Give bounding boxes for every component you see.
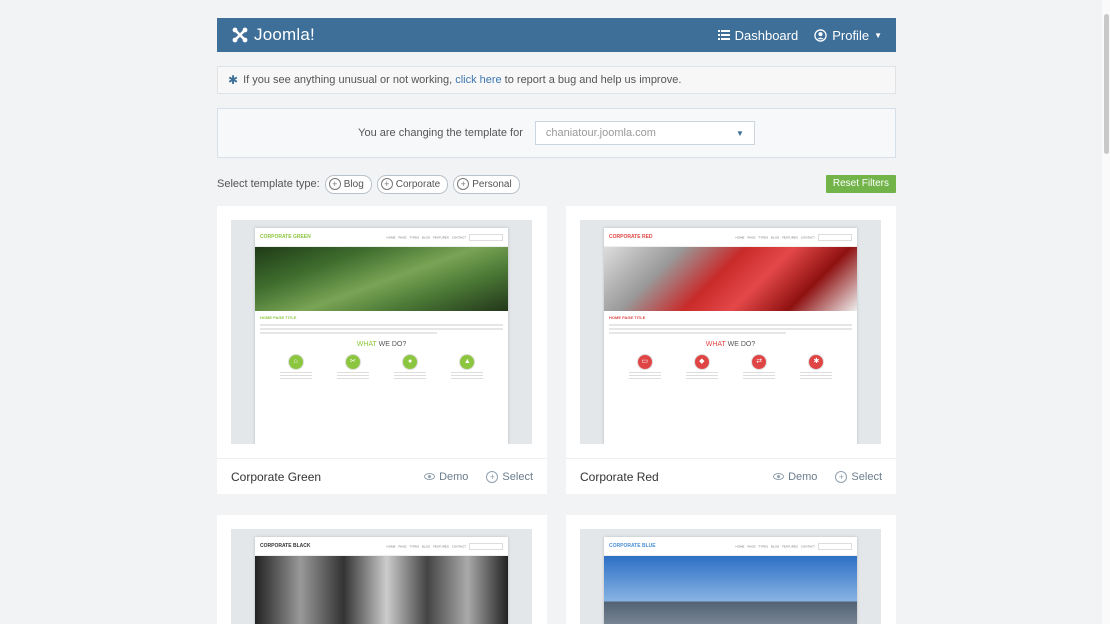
caret-down-icon: ▼ [735, 128, 744, 138]
template-preview[interactable]: CORPORATE BLUE HOME PAGE TYPES BLOG FEATU… [580, 529, 881, 624]
preview-hero-image [604, 556, 857, 624]
notice-text-after: to report a bug and help us improve. [504, 74, 682, 86]
cube-icon: ◆ [693, 354, 710, 370]
cogs-icon: ✱ [808, 354, 825, 370]
main-container: Joomla! Dashboard Profile ▼ ✱ If you see… [217, 18, 896, 158]
eye-icon [773, 473, 785, 480]
bug-report-notice: ✱ If you see anything unusual or not wor… [217, 66, 896, 94]
template-title: Corporate Green [231, 469, 322, 484]
demo-button[interactable]: Demo [773, 471, 817, 483]
list-icon [717, 30, 730, 40]
template-site-changer: You are changing the template for chania… [217, 108, 896, 158]
preview-page: CORPORATE RED HOME PAGE TYPES BLOG FEATUR… [604, 228, 857, 444]
preview-page: CORPORATE BLUE HOME PAGE TYPES BLOG FEATU… [604, 537, 857, 624]
template-card-corporate-black: CORPORATE BLACK HOME PAGE TYPES BLOG FEAT… [217, 515, 547, 624]
filter-corporate[interactable]: + Corporate [376, 174, 449, 194]
plus-circle-icon: + [328, 178, 341, 190]
filter-blog[interactable]: + Blog [324, 174, 372, 194]
template-card-corporate-red: CORPORATE RED HOME PAGE TYPES BLOG FEATUR… [566, 206, 896, 494]
template-card-corporate-blue: CORPORATE BLUE HOME PAGE TYPES BLOG FEATU… [566, 515, 896, 624]
preview-hero-image [255, 247, 508, 311]
page-scrollbar[interactable] [1102, 0, 1110, 624]
preview-logo: CORPORATE GREEN [260, 234, 311, 240]
chart-icon: ▲ [459, 354, 476, 370]
filter-personal[interactable]: + Personal [453, 174, 520, 194]
select-button[interactable]: + Select [486, 470, 533, 483]
apple-icon: ● [402, 354, 419, 370]
preview-what-heading: WHAT WE DO? [705, 341, 756, 348]
profile-label: Profile [832, 27, 870, 43]
scrollbar-thumb[interactable] [1104, 14, 1109, 154]
preview-hero-image [255, 556, 508, 624]
card-footer: Corporate Green Demo + Select [217, 458, 547, 494]
preview-page: CORPORATE GREEN HOME PAGE TYPES BLOG FEAT… [255, 228, 508, 444]
home-icon: ⌂ [287, 354, 304, 370]
template-preview[interactable]: CORPORATE BLACK HOME PAGE TYPES BLOG FEAT… [231, 529, 532, 624]
dashboard-link[interactable]: Dashboard [717, 27, 799, 43]
plus-circle-icon: + [380, 178, 393, 190]
card-footer: Corporate Red Demo + Select [566, 458, 896, 494]
card-icon: ▭ [636, 354, 653, 370]
preview-hero-image [604, 247, 857, 311]
demo-button[interactable]: Demo [424, 471, 468, 483]
select-button[interactable]: + Select [835, 470, 882, 483]
user-circle-icon [814, 28, 827, 42]
eye-icon [424, 473, 436, 480]
preview-logo: CORPORATE BLACK [260, 543, 311, 549]
preview-page-title: HOME PAGE TITLE [609, 315, 646, 320]
template-type-filters: Select template type: + Blog + Corporate +… [217, 174, 896, 194]
dashboard-label: Dashboard [734, 27, 799, 43]
template-preview[interactable]: CORPORATE RED HOME PAGE TYPES BLOG FEATUR… [580, 220, 881, 444]
changer-label: You are changing the template for [358, 127, 523, 139]
scissors-icon: ✂ [344, 354, 361, 370]
filter-corporate-label: Corporate [395, 178, 441, 190]
plus-circle-icon: + [486, 470, 499, 483]
joomla-logo-icon [232, 27, 248, 43]
joomla-logo[interactable]: Joomla! [231, 25, 315, 45]
preview-nav: HOME PAGE TYPES BLOG FEATURES CONTACT [387, 542, 503, 550]
filter-label: Select template type: [217, 178, 320, 190]
preview-features: ▭ ◆ ⇄ ✱ [604, 354, 857, 379]
template-title: Corporate Red [580, 469, 659, 484]
plus-circle-icon: + [835, 470, 848, 483]
preview-logo: CORPORATE RED [609, 234, 653, 240]
notice-text-before: If you see anything unusual or not worki… [243, 74, 453, 86]
profile-menu[interactable]: Profile ▼ [814, 28, 882, 43]
template-card-corporate-green: CORPORATE GREEN HOME PAGE TYPES BLOG FEAT… [217, 206, 547, 494]
caret-down-icon: ▼ [874, 30, 882, 40]
preview-page-title: HOME PAGE TITLE [260, 315, 297, 320]
report-bug-link[interactable]: click here [455, 74, 501, 86]
preview-page: CORPORATE BLACK HOME PAGE TYPES BLOG FEAT… [255, 537, 508, 624]
filter-personal-label: Personal [472, 178, 512, 190]
swap-icon: ⇄ [751, 354, 768, 370]
preview-nav: HOME PAGE TYPES BLOG FEATURES CONTACT [736, 542, 852, 550]
plus-circle-icon: + [457, 178, 470, 190]
reset-filters-button[interactable]: Reset Filters [825, 175, 896, 193]
preview-what-heading: WHAT WE DO? [356, 341, 407, 348]
preview-nav: HOME PAGE TYPES BLOG FEATURES CONTACT [387, 233, 503, 241]
brand-name: Joomla! [254, 25, 315, 44]
top-navbar: Joomla! Dashboard Profile ▼ [217, 18, 896, 52]
top-nav: Dashboard Profile ▼ [717, 27, 882, 43]
bug-icon: ✱ [228, 73, 239, 87]
preview-features: ⌂ ✂ ● ▲ [255, 354, 508, 379]
site-select[interactable]: chaniatour.joomla.com ▼ [534, 121, 755, 145]
site-select-value: chaniatour.joomla.com [545, 127, 656, 139]
template-preview[interactable]: CORPORATE GREEN HOME PAGE TYPES BLOG FEAT… [231, 220, 532, 444]
preview-logo: CORPORATE BLUE [609, 543, 656, 549]
filter-blog-label: Blog [343, 178, 364, 190]
preview-nav: HOME PAGE TYPES BLOG FEATURES CONTACT [736, 233, 852, 241]
